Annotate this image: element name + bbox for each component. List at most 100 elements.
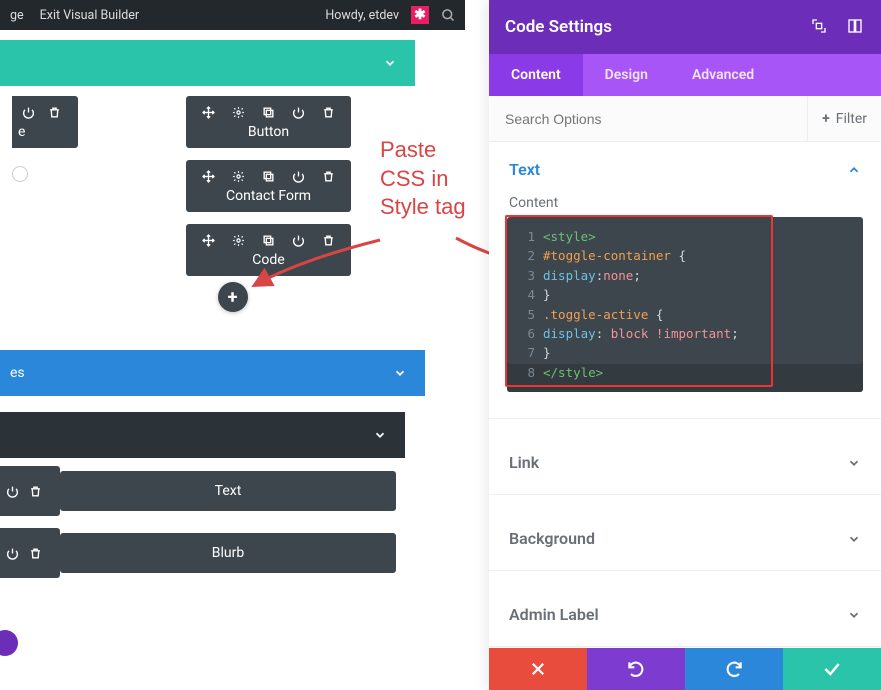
- move-icon[interactable]: [201, 104, 217, 120]
- chevron-up-icon: [847, 163, 861, 177]
- code-editor[interactable]: 1 <style> 2 #toggle-container { 3 display:no…: [507, 217, 863, 392]
- module-label: Button: [194, 124, 343, 140]
- module-label: Text: [60, 483, 396, 499]
- section-label-fragment: es: [10, 365, 25, 381]
- snap-icon[interactable]: [847, 18, 865, 36]
- duplicate-icon[interactable]: [261, 232, 277, 248]
- section-toggle-link[interactable]: Link: [489, 435, 881, 478]
- redo-button[interactable]: [685, 648, 783, 690]
- search-options-row: + Filter: [489, 96, 881, 142]
- filter-button[interactable]: + Filter: [807, 96, 881, 141]
- admin-bar-item[interactable]: ge: [4, 8, 30, 23]
- power-icon[interactable]: [291, 232, 307, 248]
- section-toggle-text[interactable]: Text: [489, 142, 881, 185]
- drag-handle-dot[interactable]: [12, 166, 28, 182]
- move-icon[interactable]: [201, 232, 217, 248]
- divider: [489, 494, 881, 495]
- section-title: Link: [509, 453, 539, 472]
- section-toggle-background[interactable]: Background: [489, 511, 881, 554]
- gear-icon[interactable]: [231, 104, 247, 120]
- trash-icon[interactable]: [321, 104, 337, 120]
- duplicate-icon[interactable]: [261, 104, 277, 120]
- module-settings-panel: Code Settings Content Design Advanced + …: [489, 0, 881, 690]
- add-module-button[interactable]: +: [218, 282, 248, 312]
- line-number: 8: [517, 363, 535, 382]
- visual-builder-canvas: e Button Contact Form Code + es: [0, 30, 465, 690]
- gear-icon[interactable]: [231, 232, 247, 248]
- module-tools: [0, 528, 60, 578]
- power-icon[interactable]: [291, 104, 307, 120]
- code-line: }: [543, 343, 551, 362]
- module-item[interactable]: Code: [186, 224, 351, 276]
- panel-title: Code Settings: [505, 17, 612, 37]
- power-icon[interactable]: [291, 168, 307, 184]
- annotation-text: Paste CSS in Style tag: [380, 136, 466, 222]
- tab-advanced[interactable]: Advanced: [670, 54, 776, 96]
- gear-icon[interactable]: [231, 168, 247, 184]
- module-label: e: [18, 124, 72, 140]
- code-line: <style>: [543, 227, 596, 246]
- trash-icon[interactable]: [321, 232, 337, 248]
- admin-bar-greeting[interactable]: Howdy, etdev: [319, 8, 405, 23]
- line-number: 6: [517, 324, 535, 343]
- module-tools: [0, 466, 60, 516]
- code-line: #toggle-container {: [543, 246, 686, 265]
- chevron-up-icon: [373, 428, 387, 442]
- search-icon[interactable]: [435, 0, 461, 30]
- save-button[interactable]: [783, 648, 881, 690]
- panel-header: Code Settings: [489, 0, 881, 54]
- expand-icon[interactable]: [811, 18, 829, 36]
- code-line: display: block !important;: [543, 324, 739, 343]
- code-line: display:none;: [543, 266, 641, 285]
- tab-design[interactable]: Design: [583, 54, 670, 96]
- chevron-down-icon: [847, 532, 861, 546]
- power-icon[interactable]: [6, 547, 19, 560]
- section-title: Background: [509, 529, 595, 548]
- module-label: Code: [194, 252, 343, 268]
- row-header[interactable]: [0, 412, 405, 458]
- line-number: 7: [517, 343, 535, 362]
- floating-handle[interactable]: [0, 630, 18, 656]
- section-title: Admin Label: [509, 605, 599, 624]
- power-icon[interactable]: [6, 485, 19, 498]
- module-item[interactable]: Blurb: [60, 533, 396, 573]
- chevron-up-icon: [383, 56, 397, 70]
- module-item[interactable]: Text: [60, 471, 396, 511]
- undo-button[interactable]: [587, 648, 685, 690]
- trash-icon[interactable]: [29, 485, 42, 498]
- divider: [489, 570, 881, 571]
- divider: [489, 646, 881, 647]
- section-toggle-admin-label[interactable]: Admin Label: [489, 587, 881, 630]
- module-item[interactable]: Contact Form: [186, 160, 351, 212]
- discard-button[interactable]: [489, 648, 587, 690]
- code-line: </style>: [543, 363, 603, 382]
- line-number: 3: [517, 266, 535, 285]
- plus-icon: +: [822, 111, 830, 127]
- trash-icon[interactable]: [321, 168, 337, 184]
- module-item[interactable]: Button: [186, 96, 351, 148]
- duplicate-icon[interactable]: [261, 168, 277, 184]
- exit-visual-builder[interactable]: Exit Visual Builder: [34, 8, 146, 23]
- search-options-input[interactable]: [489, 111, 807, 127]
- field-label-content: Content: [489, 185, 881, 217]
- power-icon[interactable]: [20, 104, 36, 120]
- panel-action-bar: [489, 648, 881, 690]
- section-header[interactable]: [0, 40, 415, 86]
- wp-admin-bar: ge Exit Visual Builder Howdy, etdev ✱: [0, 0, 465, 30]
- module-item[interactable]: e: [12, 96, 78, 148]
- chevron-down-icon: [847, 456, 861, 470]
- line-number: 1: [517, 227, 535, 246]
- section-title: Text: [509, 160, 540, 179]
- module-label: Contact Form: [194, 188, 343, 204]
- trash-icon[interactable]: [29, 547, 42, 560]
- user-avatar[interactable]: ✱: [411, 6, 429, 24]
- settings-tabs: Content Design Advanced: [489, 54, 881, 96]
- line-number: 2: [517, 246, 535, 265]
- move-icon[interactable]: [201, 168, 217, 184]
- trash-icon[interactable]: [46, 104, 62, 120]
- tab-content[interactable]: Content: [489, 54, 583, 96]
- divider: [489, 418, 881, 419]
- section-header[interactable]: es: [0, 350, 425, 396]
- module-label: Blurb: [60, 545, 396, 561]
- chevron-up-icon: [393, 366, 407, 380]
